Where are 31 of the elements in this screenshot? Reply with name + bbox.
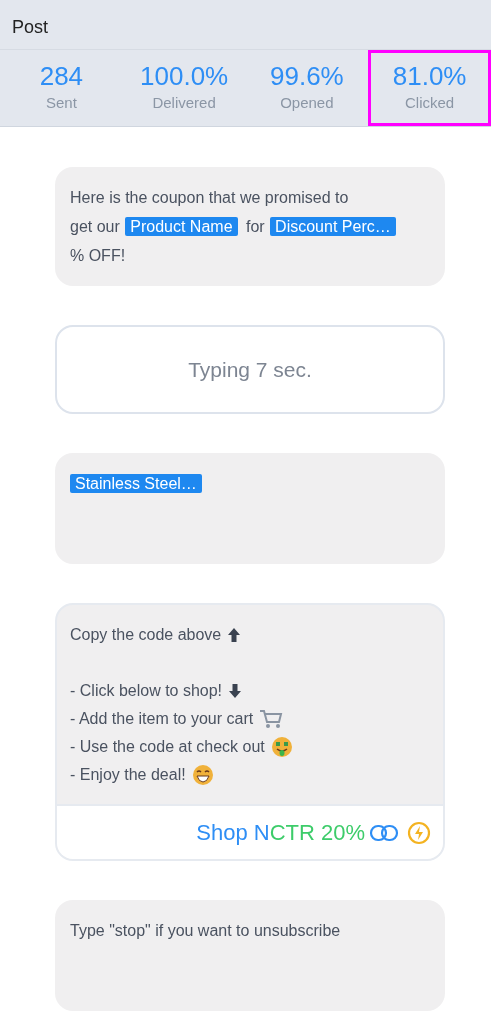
- variable-tag: Discount Perc…: [270, 217, 396, 236]
- variable-tag: Product Name: [125, 217, 238, 236]
- header-title: Post: [12, 17, 49, 37]
- stat-label: Opened: [280, 92, 334, 113]
- shop-button[interactable]: Shop N: [196, 816, 270, 849]
- message-text: Type "stop" if you want to unsubscribe: [70, 922, 341, 939]
- message-text: % OFF!: [70, 247, 126, 264]
- message-text: get our: [70, 218, 120, 235]
- stat-value: 284: [39, 62, 84, 92]
- stat-label: Clicked: [405, 92, 455, 113]
- message-text: Here is the coupon that we promised to: [70, 189, 349, 206]
- message-text: - Click below to shop!: [70, 681, 223, 701]
- variable-tag: Stainless Steel…: [70, 474, 202, 493]
- message-text: - Enjoy the deal!: [70, 765, 186, 785]
- stat-label: Delivered: [152, 92, 216, 113]
- cart-icon: [259, 709, 284, 729]
- message-text: Copy the code above: [70, 625, 222, 645]
- stat-label: Sent: [45, 92, 77, 113]
- stat-value: 99.6%: [270, 62, 344, 92]
- lightning-icon[interactable]: [407, 820, 431, 845]
- arrow-down-icon: [228, 683, 243, 699]
- arrow-up-icon: [227, 627, 242, 643]
- typing-delay-card: Typing 7 sec.: [55, 325, 445, 414]
- money-face-icon: [270, 736, 293, 758]
- ctr-label: CTR 20%: [269, 819, 365, 847]
- grin-face-icon: [191, 764, 214, 786]
- message-text: - Use the code at check out: [70, 737, 265, 757]
- message-text: for: [246, 218, 265, 235]
- message-text: - Add the item to your cart: [70, 709, 254, 729]
- stat-value: 100.0%: [140, 62, 229, 92]
- stat-value: 81.0%: [392, 62, 467, 92]
